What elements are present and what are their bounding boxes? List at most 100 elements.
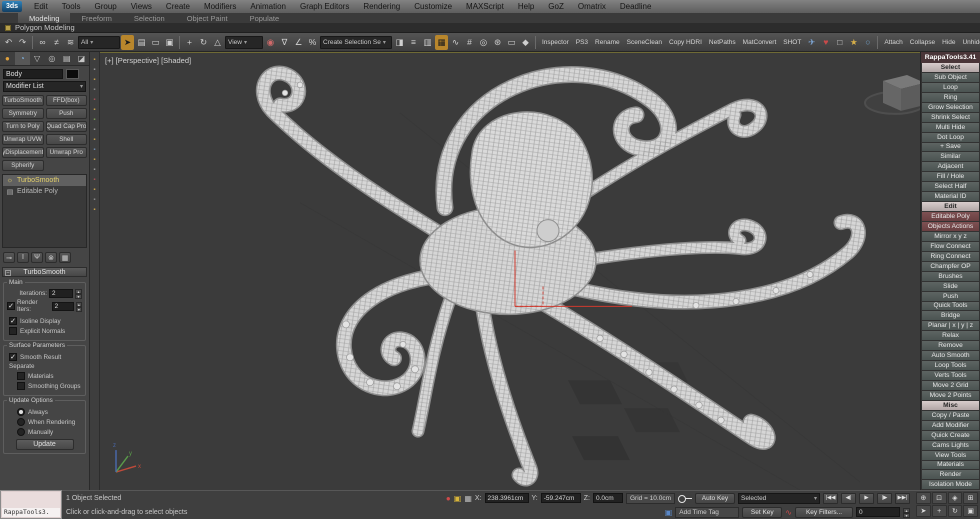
ribbon-tab[interactable]: Selection [123,13,176,23]
menu-item[interactable]: Views [124,2,159,11]
strip-icon[interactable]: ▪ [93,177,95,183]
rappatools-button[interactable]: Flow Connect [921,242,980,252]
undo-icon[interactable]: ↶ [2,35,15,50]
strip-icon[interactable]: ▪ [93,157,95,163]
rappatools-button[interactable]: Shrink Select [921,113,980,123]
zoom-icon[interactable]: ⊕ [916,492,931,504]
show-end-result-icon[interactable]: I [17,252,29,263]
pan-icon[interactable]: + [932,505,947,517]
selection-filter-dropdown[interactable]: All [78,36,120,49]
strip-icon[interactable]: ▪ [93,117,95,123]
strip-icon[interactable]: ▪ [93,137,95,143]
rappatools-button[interactable]: Remove [921,341,980,351]
rappatools-button[interactable]: Select Half [921,182,980,192]
x-coordinate-field[interactable]: 238.3961cm [485,493,529,503]
rappatools-button[interactable]: + Save [921,143,980,153]
strip-icon[interactable]: ▪ [93,97,95,103]
strip-icon[interactable]: ▪ [93,67,95,73]
octopus-model[interactable] [263,73,858,479]
render-iters-checkbox[interactable] [7,302,15,310]
globe-icon[interactable]: ○ [861,35,874,50]
ribbon-tab[interactable]: Modeling [18,13,70,23]
rappatools-button[interactable]: Brushes [921,272,980,282]
configure-sets-icon[interactable]: ▦ [59,252,71,263]
rotate-icon[interactable]: ↻ [197,35,210,50]
menu-item[interactable]: Deadline [613,2,659,11]
zoom-extents-icon[interactable]: ⊞ [963,492,978,504]
toolbar-script-button[interactable]: MatConvert [740,38,780,47]
render-setup-icon[interactable]: ⊛ [491,35,504,50]
strip-icon[interactable]: ▪ [93,57,95,63]
strip-icon[interactable]: ▪ [93,147,95,153]
turbosmooth-rollout-header[interactable]: TurboSmooth [2,267,87,277]
rappatools-button[interactable]: Loop Tools [921,361,980,371]
rappatools-button[interactable]: Loop [921,83,980,93]
when-rendering-radio[interactable] [17,418,25,426]
toolbar-script-button[interactable]: Attach [881,38,905,47]
toolbar-script-button[interactable]: Collapse [907,38,938,47]
menu-item[interactable]: Tools [55,2,88,11]
object-color-swatch[interactable] [66,69,79,79]
modifier-preset-button[interactable]: Shell [46,134,88,145]
prev-frame-icon[interactable]: ◀| [841,493,856,504]
smooth-result-checkbox[interactable] [9,353,17,361]
rappatools-button[interactable]: Auto Smooth [921,351,980,361]
viewcube[interactable] [865,75,920,114]
modifier-preset-button[interactable]: yDisplacement [2,147,44,158]
ribbon-tab[interactable]: Freeform [70,13,122,23]
object-name-field[interactable]: Body [3,69,63,79]
menu-item[interactable]: Graph Editors [293,2,356,11]
menu-item[interactable]: Rendering [356,2,407,11]
modifier-preset-button[interactable]: TurboSmooth [2,95,44,106]
rappatools-button[interactable]: Dot Loop [921,133,980,143]
modifier-preset-button[interactable]: Symmetry [2,108,44,119]
remove-modifier-icon[interactable]: ⊗ [45,252,57,263]
make-unique-icon[interactable]: Ψ [31,252,43,263]
select-object-icon[interactable]: ➤ [121,35,134,50]
menu-item[interactable]: MAXScript [459,2,511,11]
move-icon[interactable]: + [183,35,196,50]
toolbar-script-button[interactable]: Copy HDRI [666,38,705,47]
rappatools-button[interactable]: Misc [921,401,980,411]
toolbar-script-button[interactable]: SHOT [780,38,804,47]
rappatools-button[interactable]: Sub Object [921,73,980,83]
menu-item[interactable]: Group [87,2,123,11]
iterations-field[interactable]: 2 [49,289,73,298]
rappatools-button[interactable]: Quick Tools [921,302,980,312]
modifier-preset-button[interactable]: Unwrap UVW [2,134,44,145]
bind-spacewarp-icon[interactable]: ≋ [64,35,77,50]
smoothing-groups-checkbox[interactable] [17,382,25,390]
pin-stack-icon[interactable]: ⊸ [3,252,15,263]
render-iters-spinner[interactable] [76,302,82,311]
always-radio[interactable] [17,408,25,416]
menu-item[interactable]: GoZ [541,2,571,11]
rappatools-button[interactable]: Render [921,470,980,480]
create-tab-icon[interactable]: ● [0,52,15,65]
rappatools-button[interactable]: Material ID [921,192,980,202]
utilities-tab-icon[interactable]: ◪ [74,52,89,65]
render-icon[interactable]: ◆ [519,35,532,50]
manually-radio[interactable] [17,428,25,436]
toolbar-script-button[interactable]: Unhide All [959,38,980,47]
align-icon[interactable]: ≡ [407,35,420,50]
rappatools-button[interactable]: Planar | x | y | z [921,321,980,331]
rappatools-button[interactable]: Quick Create [921,431,980,441]
strip-icon[interactable]: ▪ [93,197,95,203]
heart-icon[interactable]: ♥ [819,35,832,50]
pin-icon[interactable]: ● [446,494,451,503]
modifier-preset-button[interactable]: FFD(box) [46,95,88,106]
absolute-offset-icon[interactable]: ▦ [464,494,472,503]
strip-icon[interactable]: ▪ [93,87,95,93]
rappatools-button[interactable]: Materials [921,461,980,471]
redo-icon[interactable]: ↷ [16,35,29,50]
strip-icon[interactable]: ▪ [93,127,95,133]
current-frame-field[interactable]: 0 [856,507,900,517]
strip-icon[interactable]: ▪ [93,187,95,193]
add-time-tag[interactable]: Add Time Tag [675,507,739,518]
toolbar-script-button[interactable]: SceneClean [624,38,665,47]
scale-icon[interactable]: △ [211,35,224,50]
orbit-icon[interactable]: ↻ [948,505,963,517]
rappatools-button[interactable]: Objects Actions [921,222,980,232]
rappatools-button[interactable]: Similar [921,152,980,162]
key-icon[interactable] [678,494,692,502]
